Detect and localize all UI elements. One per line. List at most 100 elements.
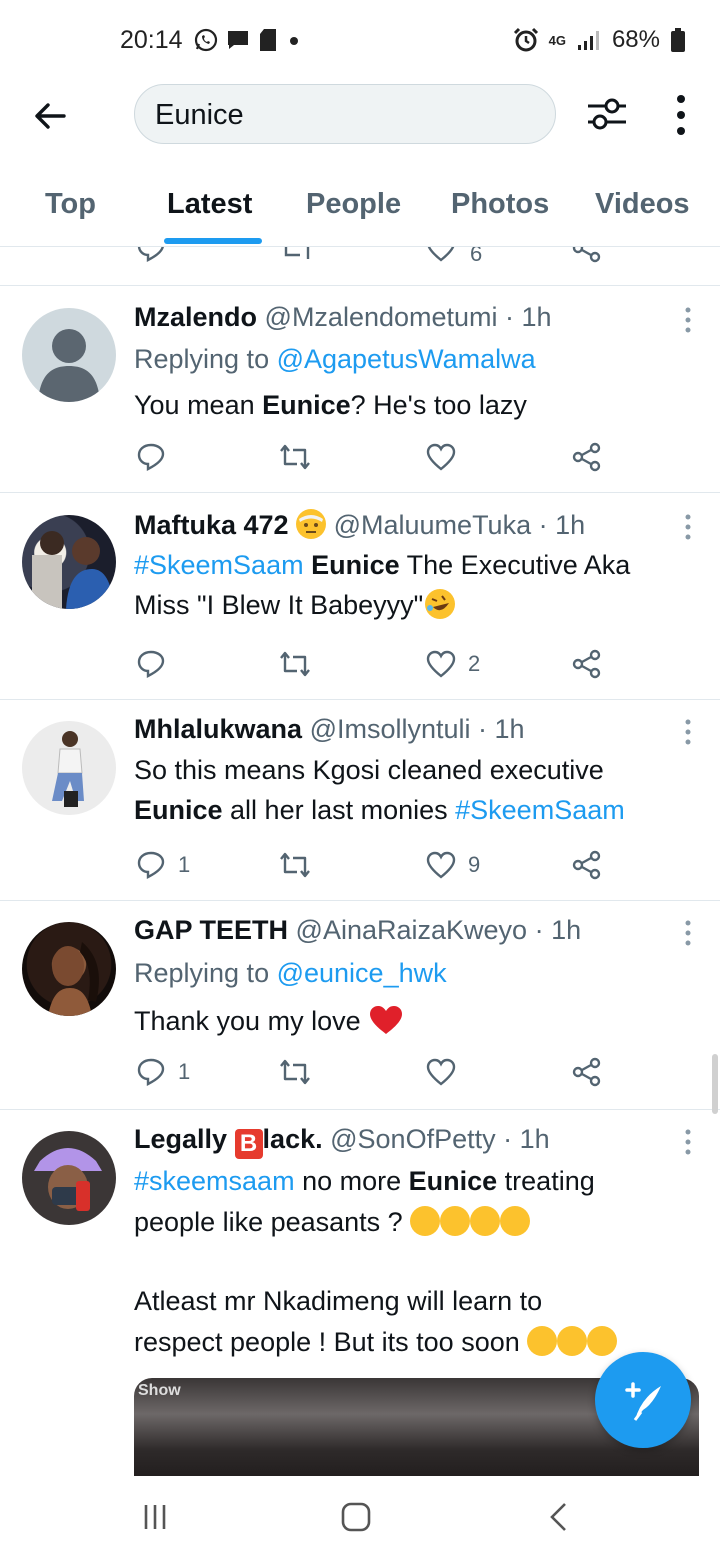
share-icon	[572, 442, 601, 472]
hashtag-link[interactable]: #skeemsaam	[134, 1166, 295, 1196]
share-icon[interactable]	[572, 247, 602, 263]
tab-photos[interactable]: Photos	[451, 188, 549, 221]
author-handle[interactable]: @Mzalendometumi	[265, 302, 498, 332]
author-handle[interactable]: @MaluumeTuka	[334, 510, 531, 540]
tweet-text-part: all her last monies	[222, 795, 456, 825]
like-button[interactable]: 9	[426, 850, 480, 880]
default-avatar[interactable]	[22, 308, 116, 402]
user-avatar[interactable]	[22, 721, 116, 815]
battery-icon	[671, 28, 685, 52]
alarm-icon	[513, 27, 538, 52]
author-name[interactable]: Mzalendo	[134, 302, 257, 332]
tweet-more-icon[interactable]	[684, 307, 692, 333]
share-button[interactable]	[572, 850, 602, 880]
author-handle[interactable]: @Imsollyntuli	[310, 714, 471, 744]
share-button[interactable]	[572, 1057, 602, 1087]
tweet-item[interactable]: Mzalendo @Mzalendometumi · 1h Replying t…	[0, 286, 720, 493]
reply-mention[interactable]: @AgapetusWamalwa	[277, 344, 536, 374]
like-icon	[426, 443, 456, 471]
search-highlight: Eunice	[408, 1166, 498, 1196]
hashtag-link[interactable]: #SkeemSaam	[455, 795, 625, 825]
loudly-crying-emoji	[440, 1206, 471, 1236]
like-button[interactable]: 2	[426, 649, 480, 679]
reply-icon	[137, 443, 165, 471]
retweet-button[interactable]	[278, 850, 324, 880]
loudly-crying-emoji	[557, 1326, 588, 1356]
home-icon[interactable]	[340, 1501, 372, 1533]
author-name[interactable]: Maftuka 472	[134, 510, 289, 540]
search-highlight: Eunice	[134, 795, 223, 825]
tweet-text-line: respect people ! But its too soon	[134, 1326, 618, 1358]
like-count: 9	[468, 852, 481, 877]
user-avatar[interactable]	[22, 922, 116, 1016]
replying-to-label: Replying to	[134, 958, 277, 988]
retweet-icon[interactable]	[280, 247, 314, 263]
reply-icon[interactable]	[136, 247, 166, 263]
user-avatar[interactable]	[22, 1131, 116, 1225]
like-count: 2	[468, 651, 481, 676]
network-type: 4G	[548, 32, 566, 48]
scrollbar[interactable]	[712, 1054, 718, 1114]
tab-top[interactable]: Top	[45, 188, 96, 221]
tweet-text-part: treating	[497, 1166, 595, 1196]
like-icon	[426, 1058, 456, 1086]
like-button[interactable]	[426, 1057, 468, 1087]
hashtag-link[interactable]: #SkeemSaam	[134, 550, 304, 580]
reply-count: 1	[178, 852, 191, 877]
tweet-item[interactable]: GAP TEETH @AinaRaizaKweyo · 1h Replying …	[0, 901, 720, 1110]
tweet-text-part: no more	[294, 1166, 409, 1196]
author-handle[interactable]: @SonOfPetty	[330, 1124, 495, 1154]
search-filter-icon[interactable]	[584, 94, 630, 134]
tweet-item[interactable]: Mhlalukwana @Imsollyntuli · 1h So this m…	[0, 700, 720, 901]
author-name[interactable]: Mhlalukwana	[134, 714, 302, 744]
reply-button[interactable]: 1	[136, 850, 190, 880]
author-handle[interactable]: @AinaRaizaKweyo	[296, 915, 528, 945]
search-highlight: Eunice	[311, 550, 400, 580]
tweet-feed[interactable]: 6 Mzalendo @Mzalendometumi · 1h Replying…	[0, 247, 720, 1477]
tweet-more-icon[interactable]	[684, 514, 692, 540]
author-name[interactable]: GAP TEETH	[134, 915, 288, 945]
search-input[interactable]: Eunice	[134, 84, 556, 144]
tweet-more-icon[interactable]	[684, 719, 692, 745]
author-name[interactable]: Legally Black.	[134, 1124, 323, 1159]
tweet-more-icon[interactable]	[684, 1129, 692, 1155]
tweet-header: Legally Black. @SonOfPetty · 1h	[134, 1124, 550, 1159]
tweet-time: · 1h	[503, 1124, 550, 1154]
system-nav-bar	[0, 1476, 720, 1560]
loudly-crying-emoji	[500, 1206, 531, 1236]
like-icon	[426, 650, 456, 678]
tweet-text: You mean Eunice? He's too lazy	[134, 390, 527, 421]
tab-videos[interactable]: Videos	[595, 188, 690, 221]
share-button[interactable]	[572, 649, 602, 679]
more-vert-icon[interactable]	[664, 92, 698, 138]
back-nav-icon[interactable]	[546, 1501, 572, 1533]
replying-to: Replying to @eunice_hwk	[134, 958, 447, 989]
like-button[interactable]	[426, 442, 468, 472]
tweet-text-line: Miss "I Blew It Babeyyy"	[134, 589, 456, 621]
back-arrow-icon[interactable]	[30, 96, 70, 136]
like-icon	[426, 851, 456, 879]
tweet-item[interactable]: Maftuka 472 @MaluumeTuka · 1h #SkeemSaam…	[0, 493, 720, 700]
reply-button[interactable]: 1	[136, 1057, 190, 1087]
share-button[interactable]	[572, 442, 602, 472]
media-caption: Show	[138, 1382, 181, 1399]
retweet-button[interactable]	[278, 649, 324, 679]
tweet-text-line: Eunice all her last monies #SkeemSaam	[134, 795, 625, 826]
tab-latest[interactable]: Latest	[167, 188, 252, 221]
user-avatar[interactable]	[22, 515, 116, 609]
retweet-button[interactable]	[278, 442, 324, 472]
reply-button[interactable]	[136, 649, 178, 679]
tweet-text: Thank you my love	[134, 1004, 404, 1037]
compose-tweet-button[interactable]	[595, 1352, 691, 1448]
tab-people[interactable]: People	[306, 188, 401, 221]
reply-button[interactable]	[136, 442, 178, 472]
retweet-button[interactable]	[278, 1057, 324, 1087]
tweet-header: GAP TEETH @AinaRaizaKweyo · 1h	[134, 915, 581, 946]
like-icon[interactable]	[426, 247, 456, 263]
retweet-icon	[280, 1059, 310, 1085]
share-icon	[572, 850, 601, 880]
search-tabs: Top Latest People Photos Videos	[0, 170, 720, 247]
reply-mention[interactable]: @eunice_hwk	[277, 958, 447, 988]
tweet-more-icon[interactable]	[684, 920, 692, 946]
recent-apps-icon[interactable]	[140, 1502, 170, 1532]
